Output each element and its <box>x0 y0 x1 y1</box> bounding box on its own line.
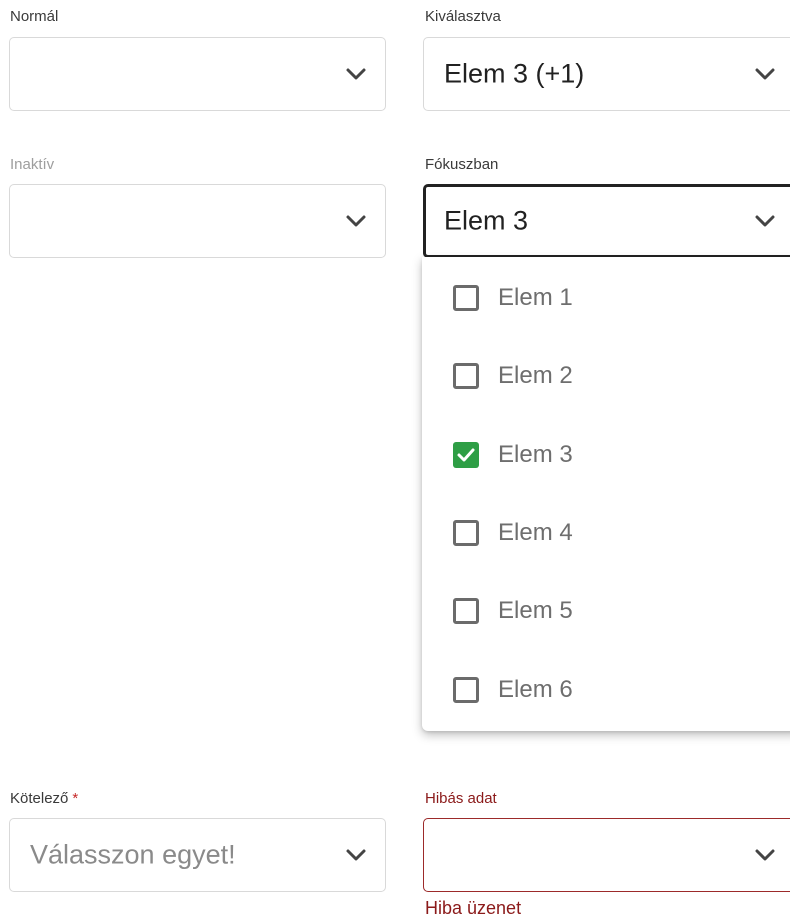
dropdown-option[interactable]: Elem 1 <box>422 257 790 335</box>
dropdown-option-selected[interactable]: Elem 3 <box>422 414 790 492</box>
dropdown-option[interactable]: Elem 4 <box>422 492 790 570</box>
dropdown-option[interactable]: Elem 6 <box>422 649 790 727</box>
selected-select-value: Elem 3 (+1) <box>444 58 585 89</box>
normal-label: Normál <box>10 8 59 25</box>
chevron-down-icon <box>346 215 366 227</box>
focused-select[interactable]: Elem 3 <box>423 184 790 258</box>
selected-select[interactable]: Elem 3 (+1) <box>423 37 790 111</box>
checkbox-checked[interactable] <box>453 442 479 468</box>
option-label: Elem 5 <box>498 597 573 624</box>
inactive-select <box>9 184 386 258</box>
checkbox[interactable] <box>453 520 479 546</box>
dropdown-option[interactable]: Elem 5 <box>422 570 790 648</box>
chevron-down-icon <box>346 68 366 80</box>
option-label: Elem 3 <box>498 441 573 468</box>
invalid-select[interactable] <box>423 818 790 892</box>
checkbox[interactable] <box>453 677 479 703</box>
option-label: Elem 6 <box>498 676 573 703</box>
chevron-down-icon <box>346 849 366 861</box>
selected-label: Kiválasztva <box>425 8 501 25</box>
option-label: Elem 2 <box>498 362 573 389</box>
required-select-placeholder: Válasszon egyet! <box>30 839 236 870</box>
inactive-label: Inaktív <box>10 156 55 173</box>
required-label: Kötelező * <box>10 790 78 808</box>
chevron-down-icon <box>755 215 775 227</box>
check-icon <box>457 448 475 462</box>
chevron-down-icon <box>755 849 775 861</box>
option-label: Elem 4 <box>498 519 573 546</box>
dropdown-menu: Elem 1 Elem 2 Elem 3 Elem 4 Elem 5 Elem … <box>422 257 790 731</box>
option-label: Elem 1 <box>498 284 573 311</box>
required-marker: * <box>72 790 79 807</box>
required-select[interactable]: Válasszon egyet! <box>9 818 386 892</box>
focused-select-value: Elem 3 <box>444 205 529 236</box>
focused-label: Fókuszban <box>425 156 499 173</box>
error-message: Hiba üzenet <box>425 898 522 918</box>
dropdown-option[interactable]: Elem 2 <box>422 335 790 413</box>
invalid-label: Hibás adat <box>425 790 497 807</box>
chevron-down-icon <box>755 68 775 80</box>
required-label-text: Kötelező <box>10 790 69 807</box>
checkbox[interactable] <box>453 363 479 389</box>
normal-select[interactable] <box>9 37 386 111</box>
checkbox[interactable] <box>453 598 479 624</box>
checkbox[interactable] <box>453 285 479 311</box>
